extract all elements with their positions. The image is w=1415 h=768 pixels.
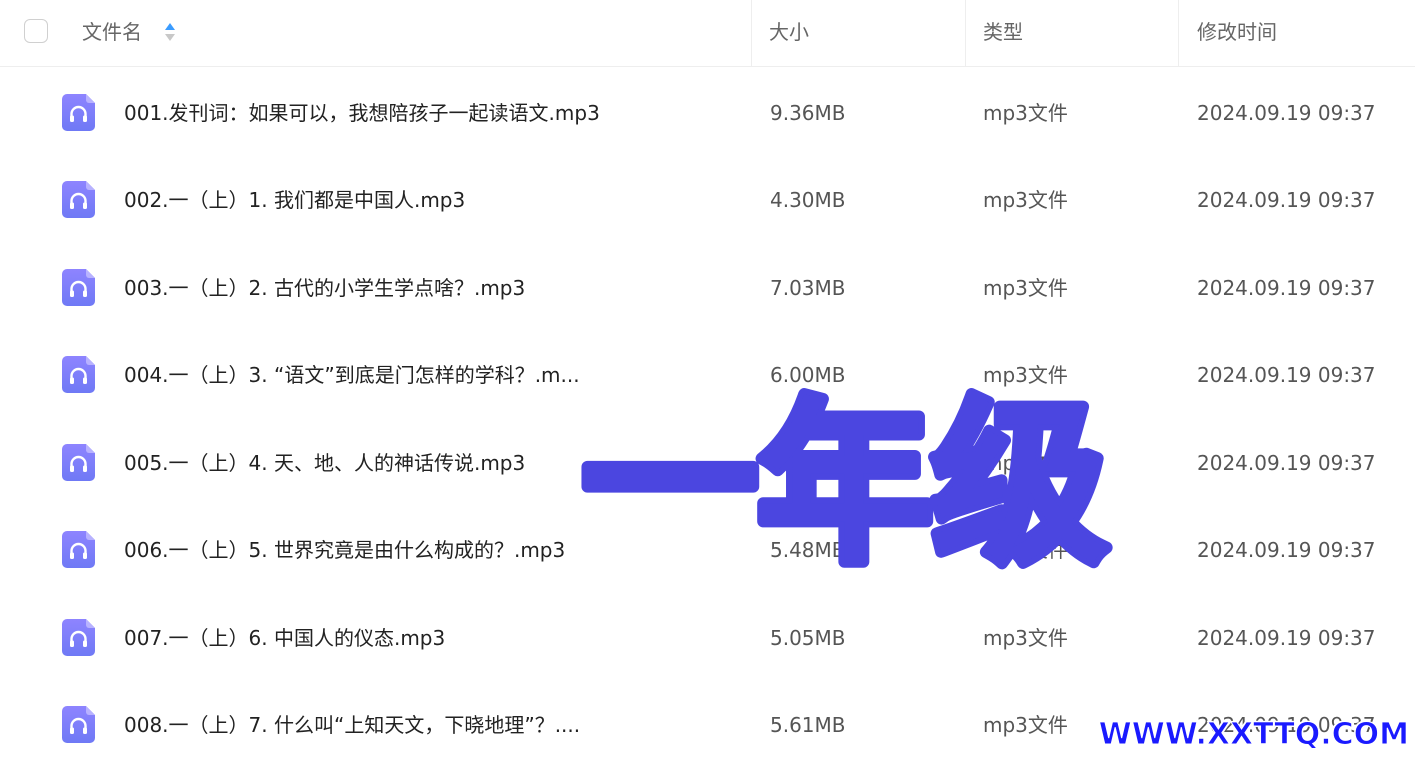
table-header: 文件名 大小 类型 修改时间	[0, 0, 1415, 67]
file-modified-time: 2024.09.19 09:37	[1197, 451, 1376, 475]
file-row[interactable]: 005.一（上）4. 天、地、人的神话传说.mp3 6.__MB mp3文件 2…	[0, 419, 1415, 506]
headphones-audio-file-icon	[62, 181, 95, 218]
select-all-checkbox[interactable]	[24, 19, 48, 43]
file-name[interactable]: 001.发刊词：如果可以，我想陪孩子一起读语文.mp3	[124, 101, 624, 125]
file-modified-time: 2024.09.19 09:37	[1197, 101, 1376, 125]
file-row[interactable]: 007.一（上）6. 中国人的仪态.mp3 5.05MB mp3文件 2024.…	[0, 594, 1415, 681]
file-size: 5.61MB	[770, 713, 846, 737]
file-type: mp3文件	[983, 188, 1068, 212]
column-divider	[751, 0, 752, 67]
file-name[interactable]: 007.一（上）6. 中国人的仪态.mp3	[124, 626, 624, 650]
file-modified-time: 2024.09.19 09:37	[1197, 188, 1376, 212]
column-header-modified[interactable]: 修改时间	[1197, 20, 1277, 44]
file-type: mp3文件	[983, 451, 1068, 475]
file-modified-time: 2024.09.19 09:37	[1197, 363, 1376, 387]
file-name[interactable]: 005.一（上）4. 天、地、人的神话传说.mp3	[124, 451, 624, 475]
file-size: 7.03MB	[770, 276, 846, 300]
file-type: mp3文件	[983, 276, 1068, 300]
file-name[interactable]: 008.一（上）7. 什么叫“上知天文，下晓地理”？....	[124, 713, 624, 737]
file-size: 5.05MB	[770, 626, 846, 650]
file-type: mp3文件	[983, 713, 1068, 737]
file-row[interactable]: 006.一（上）5. 世界究竟是由什么构成的？.mp3 5.48MB mp3文件…	[0, 506, 1415, 593]
file-size: 4.30MB	[770, 188, 846, 212]
file-type: mp3文件	[983, 626, 1068, 650]
column-header-size[interactable]: 大小	[769, 20, 809, 44]
headphones-audio-file-icon	[62, 706, 95, 743]
file-size: 9.36MB	[770, 101, 846, 125]
file-type: mp3文件	[983, 363, 1068, 387]
site-watermark: WWW.XXTTQ.COM	[1098, 717, 1409, 753]
file-name[interactable]: 003.一（上）2. 古代的小学生学点啥？.mp3	[124, 276, 624, 300]
file-type: mp3文件	[983, 101, 1068, 125]
file-row[interactable]: 001.发刊词：如果可以，我想陪孩子一起读语文.mp3 9.36MB mp3文件…	[0, 69, 1415, 156]
sort-arrows-icon[interactable]	[164, 21, 176, 43]
headphones-audio-file-icon	[62, 94, 95, 131]
file-row[interactable]: 002.一（上）1. 我们都是中国人.mp3 4.30MB mp3文件 2024…	[0, 156, 1415, 243]
file-size: 6.00MB	[770, 363, 846, 387]
headphones-audio-file-icon	[62, 269, 95, 306]
file-name[interactable]: 006.一（上）5. 世界究竟是由什么构成的？.mp3	[124, 538, 624, 562]
file-size: 5.48MB	[770, 538, 846, 562]
file-row[interactable]: 003.一（上）2. 古代的小学生学点啥？.mp3 7.03MB mp3文件 2…	[0, 244, 1415, 331]
file-modified-time: 2024.09.19 09:37	[1197, 276, 1376, 300]
file-name[interactable]: 002.一（上）1. 我们都是中国人.mp3	[124, 188, 624, 212]
column-header-name[interactable]: 文件名	[82, 20, 142, 44]
headphones-audio-file-icon	[62, 444, 95, 481]
file-size: 6.__MB	[770, 451, 841, 475]
file-name[interactable]: 004.一（上）3. “语文”到底是门怎样的学科？.m...	[124, 363, 624, 387]
file-modified-time: 2024.09.19 09:37	[1197, 626, 1376, 650]
headphones-audio-file-icon	[62, 356, 95, 393]
file-modified-time: 2024.09.19 09:37	[1197, 538, 1376, 562]
column-divider	[965, 0, 966, 67]
column-header-type[interactable]: 类型	[983, 20, 1023, 44]
file-row[interactable]: 004.一（上）3. “语文”到底是门怎样的学科？.m... 6.00MB mp…	[0, 331, 1415, 418]
column-divider	[1178, 0, 1179, 67]
headphones-audio-file-icon	[62, 619, 95, 656]
headphones-audio-file-icon	[62, 531, 95, 568]
file-type: mp3文件	[983, 538, 1068, 562]
